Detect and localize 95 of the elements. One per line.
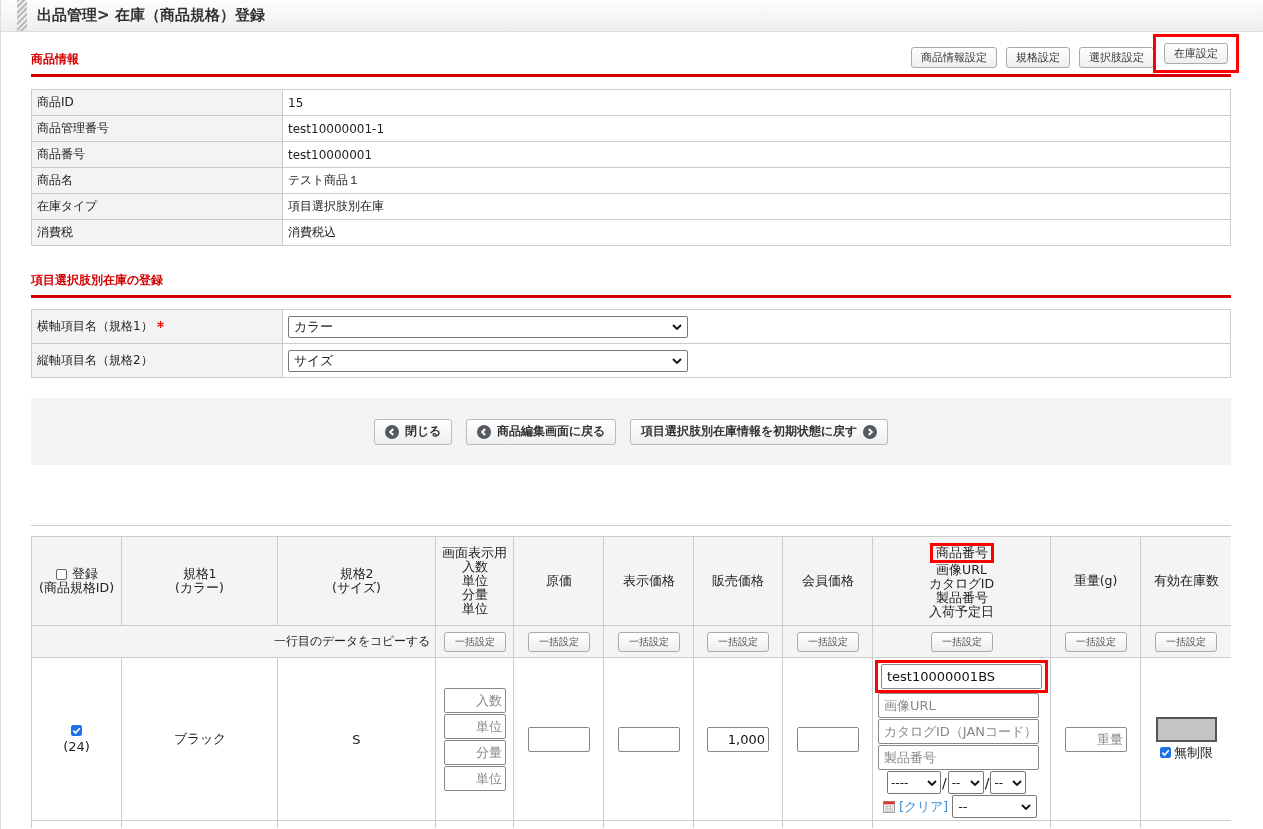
input-field[interactable]: 入数	[443, 687, 506, 713]
field-value: 15	[288, 95, 304, 110]
column-header: 単位	[461, 574, 488, 588]
caret-icon	[1021, 803, 1032, 810]
input-field[interactable]	[617, 726, 680, 752]
dropdown[interactable]: --	[990, 771, 1027, 794]
column-header: (サイズ)	[332, 581, 381, 595]
settings-tab-button[interactable]: 商品情報設定	[911, 47, 997, 68]
field-value: テスト商品１	[288, 173, 360, 187]
column-header: 単位	[461, 602, 488, 616]
dropdown[interactable]: --	[952, 795, 1038, 818]
column-header: 販売価格	[712, 574, 764, 588]
spec-value: ブラック	[173, 731, 226, 746]
bulk-set-button[interactable]: 一括設定	[707, 631, 769, 652]
input-field[interactable]: 単位	[443, 713, 506, 739]
input-field[interactable]: 画像URL	[878, 693, 1039, 718]
caret-icon	[672, 357, 682, 364]
clear-link[interactable]: [クリア]	[899, 797, 949, 816]
input-field[interactable]: 1,000	[707, 726, 769, 752]
date-separator: /	[942, 774, 947, 791]
page-title: 出品管理> 在庫（商品規格）登録	[37, 6, 265, 25]
input-field[interactable]: 単位	[443, 765, 506, 791]
field-value: 項目選択肢別在庫	[288, 199, 384, 213]
calendar-icon[interactable]	[883, 800, 895, 813]
column-header: 入数	[461, 560, 488, 574]
spec-id: (24)	[62, 739, 91, 754]
column-header: 原価	[545, 574, 572, 588]
caret-icon	[1012, 779, 1023, 786]
field-value: 消費税込	[288, 225, 336, 239]
bulk-set-button[interactable]: 一括設定	[617, 631, 680, 652]
input-field[interactable]: test10000001BS	[881, 664, 1042, 689]
column-header: 製品番号	[935, 591, 988, 605]
column-header: 入荷予定日	[929, 605, 994, 619]
column-header: 規格2	[339, 567, 374, 581]
dropdown[interactable]: ----	[887, 771, 941, 794]
field-value: test10000001-1	[288, 121, 385, 136]
input-field[interactable]	[527, 726, 590, 752]
field-label: 縦軸項目名（規格2）	[37, 353, 153, 367]
caret-icon	[969, 779, 980, 786]
dropdown[interactable]: カラー	[288, 315, 688, 338]
reset-button[interactable]: 項目選択肢別在庫情報を初期状態に戻す	[630, 418, 888, 445]
column-header: 会員価格	[801, 574, 854, 588]
bulk-set-button[interactable]: 一括設定	[443, 631, 506, 652]
back-button[interactable]: 商品編集画面に戻る	[466, 418, 616, 445]
field-label: 在庫タイプ	[37, 199, 97, 213]
input-field[interactable]: カタログID（JANコード）	[878, 719, 1039, 744]
bulk-set-button[interactable]: 一括設定	[1064, 631, 1127, 652]
back-button[interactable]: 閉じる	[374, 418, 452, 445]
column-header: 規格1	[182, 567, 217, 581]
field-label: 消費税	[37, 225, 73, 239]
bulk-set-button[interactable]: 一括設定	[527, 631, 590, 652]
column-header-highlighted: 商品番号	[929, 543, 994, 563]
chevron-left-icon	[477, 424, 491, 439]
column-header: (カラー)	[175, 581, 224, 595]
settings-tab-button[interactable]: 選択肢設定	[1079, 47, 1154, 68]
input-field[interactable]	[796, 726, 859, 752]
bulk-set-button[interactable]: 一括設定	[930, 631, 993, 652]
column-header: 画像URL	[936, 563, 987, 577]
field-value: test10000001	[288, 147, 373, 162]
section-title: 商品情報	[31, 51, 79, 68]
field-label: 商品番号	[37, 147, 85, 161]
checkbox-label: 無制限	[1173, 743, 1213, 762]
date-separator: /	[984, 774, 990, 791]
settings-tab-button[interactable]: 規格設定	[1006, 47, 1070, 68]
field-label: 商品名	[37, 173, 73, 187]
column-header: カタログID	[928, 577, 995, 591]
bulk-set-button[interactable]: 一括設定	[1155, 631, 1217, 652]
field-label: 商品ID	[37, 95, 74, 109]
caret-icon	[927, 779, 937, 786]
column-header: 分量	[461, 588, 488, 602]
bulk-set-button[interactable]: 一括設定	[796, 631, 859, 652]
input-field[interactable]: 分量	[443, 739, 506, 765]
section-title: 項目選択肢別在庫の登録	[31, 272, 163, 289]
spec-value: S	[352, 731, 361, 747]
row-checkbox[interactable]	[71, 725, 82, 736]
column-header: 画面表示用	[442, 546, 507, 560]
column-header: 表示価格	[622, 574, 675, 588]
column-header: (商品規格ID)	[38, 581, 115, 595]
dropdown[interactable]: --	[947, 771, 984, 794]
column-header: 登録	[71, 567, 98, 581]
column-header: 重量(g)	[1073, 574, 1118, 588]
column-header: 有効在庫数	[1153, 574, 1219, 588]
copy-label: 一行目のデータをコピーする	[274, 634, 430, 648]
settings-tab-button[interactable]: 在庫設定	[1164, 43, 1228, 64]
field-label: 商品管理番号	[37, 121, 109, 135]
stripe-icon	[17, 0, 27, 31]
input-field[interactable]: 重量	[1064, 726, 1127, 752]
chevron-right-icon	[863, 424, 877, 439]
chevron-left-icon	[385, 424, 399, 439]
caret-icon	[672, 323, 682, 330]
input-field[interactable]: 製品番号	[878, 745, 1039, 770]
select-all-checkbox[interactable]	[55, 568, 67, 580]
dropdown[interactable]: サイズ	[288, 349, 688, 372]
field-label: 横軸項目名（規格1）	[37, 319, 153, 333]
unlimited-checkbox[interactable]	[1159, 747, 1171, 758]
